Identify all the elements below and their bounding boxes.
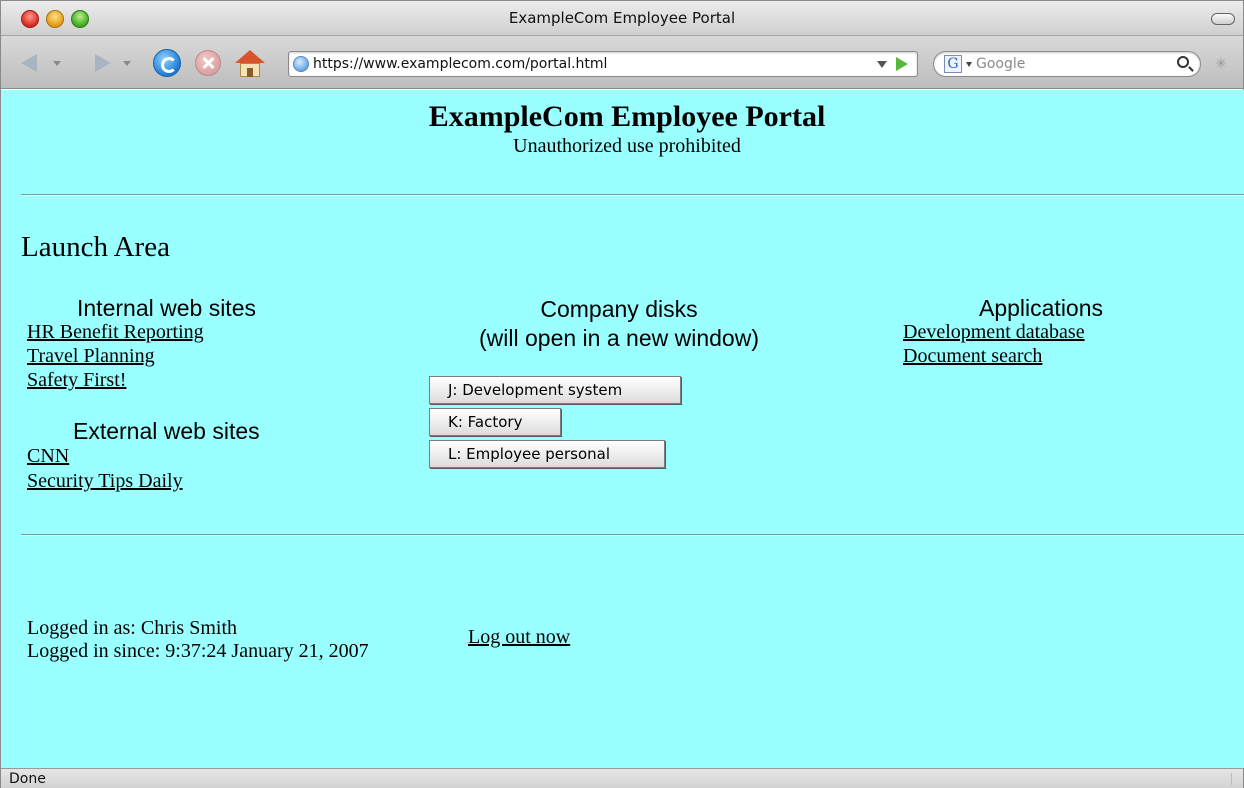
- company-disks-heading-line2: (will open in a new window): [479, 325, 759, 351]
- chevron-down-icon[interactable]: [966, 62, 972, 67]
- page-subtitle: Unauthorized use prohibited: [513, 135, 741, 157]
- page-title: ExampleCom Employee Portal: [428, 100, 826, 133]
- back-button[interactable]: [19, 51, 69, 75]
- link-travel-planning[interactable]: Travel Planning: [27, 345, 155, 368]
- logout-link[interactable]: Log out now: [468, 626, 570, 649]
- window-title: ExampleCom Employee Portal: [508, 9, 736, 27]
- link-safety-first[interactable]: Safety First!: [27, 369, 126, 392]
- link-development-database[interactable]: Development database: [903, 321, 1085, 344]
- disk-k-button[interactable]: K: Factory: [429, 408, 561, 436]
- back-arrow-icon: [21, 54, 37, 72]
- home-roof: [235, 50, 265, 63]
- url-text[interactable]: https://www.examplecom.com/portal.html: [313, 56, 607, 72]
- link-document-search[interactable]: Document search: [903, 345, 1042, 368]
- throbber-icon: ✳: [1215, 56, 1227, 72]
- content-left-edge: [1, 90, 9, 768]
- logged-in-since: Logged in since: 9:37:24 January 21, 200…: [27, 640, 369, 662]
- company-disks-heading: Company disks (will open in a new window…: [429, 295, 809, 353]
- google-engine-icon[interactable]: G: [944, 55, 962, 73]
- chevron-down-icon[interactable]: [123, 61, 131, 66]
- forward-button[interactable]: [89, 51, 139, 75]
- status-bar: Done: [1, 768, 1243, 788]
- search-input[interactable]: [976, 55, 1156, 73]
- history-dropdown-icon[interactable]: [877, 61, 887, 68]
- globe-icon: [293, 56, 309, 72]
- page-content: ExampleCom Employee Portal Unauthorized …: [9, 90, 1244, 768]
- divider: [21, 534, 1244, 536]
- chevron-down-icon[interactable]: [53, 61, 61, 66]
- title-bar: ExampleCom Employee Portal: [1, 1, 1243, 36]
- logged-in-as: Logged in as: Chris Smith: [27, 617, 237, 639]
- stop-icon[interactable]: [195, 50, 221, 76]
- link-security-tips-daily[interactable]: Security Tips Daily: [27, 470, 183, 493]
- reload-icon[interactable]: [153, 49, 181, 77]
- forward-arrow-icon: [95, 54, 111, 72]
- home-icon[interactable]: [235, 50, 265, 78]
- browser-window: ExampleCom Employee Portal https://www.e…: [0, 0, 1244, 788]
- home-door: [247, 68, 253, 77]
- applications-heading: Applications: [979, 295, 1104, 321]
- toolbar-toggle-button[interactable]: [1211, 13, 1235, 25]
- link-cnn[interactable]: CNN: [27, 445, 69, 468]
- status-text: Done: [9, 771, 46, 787]
- company-disks-heading-line1: Company disks: [540, 296, 698, 322]
- go-icon[interactable]: [896, 57, 908, 71]
- link-hr-benefit-reporting[interactable]: HR Benefit Reporting: [27, 321, 204, 344]
- address-bar[interactable]: https://www.examplecom.com/portal.html: [288, 51, 918, 77]
- resize-grip[interactable]: [1231, 773, 1241, 785]
- internal-sites-heading: Internal web sites: [77, 295, 256, 321]
- navigation-toolbar: https://www.examplecom.com/portal.html G…: [1, 36, 1243, 89]
- search-icon[interactable]: [1177, 56, 1189, 68]
- disk-j-button[interactable]: J: Development system: [429, 376, 681, 404]
- launch-area-heading: Launch Area: [21, 231, 170, 263]
- disk-l-button[interactable]: L: Employee personal: [429, 440, 665, 468]
- divider: [21, 194, 1244, 196]
- external-sites-heading: External web sites: [73, 418, 260, 444]
- search-bar[interactable]: G: [933, 51, 1201, 77]
